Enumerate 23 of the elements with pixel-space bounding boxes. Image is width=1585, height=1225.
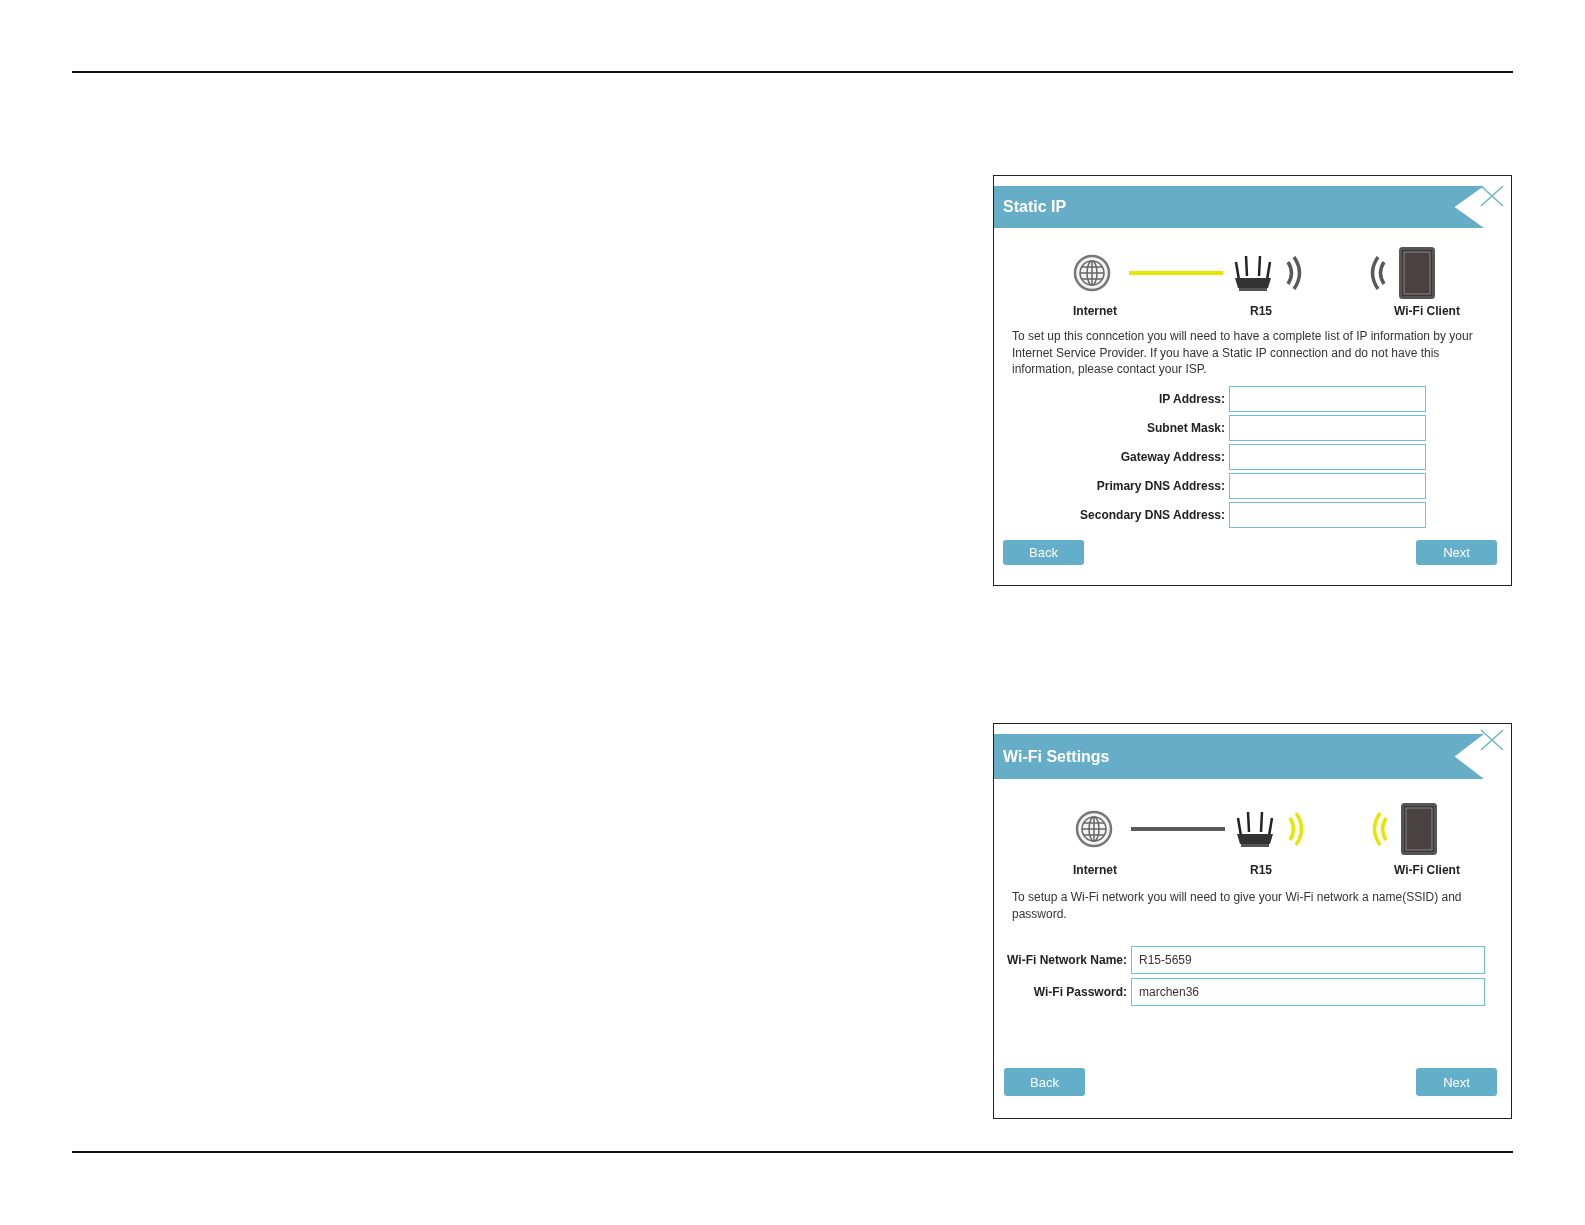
- field-label: Subnet Mask:: [1147, 420, 1225, 435]
- back-button[interactable]: Back: [1003, 540, 1084, 565]
- field-label: Secondary DNS Address:: [1080, 507, 1225, 522]
- back-button[interactable]: Back: [1004, 1068, 1085, 1096]
- dialog-title: Wi-Fi Settings: [1002, 747, 1110, 766]
- node-label: Wi-Fi Client: [1394, 304, 1460, 318]
- description-text: To setup a Wi-Fi network you will need to give your Wi-Fi network a name(SSID) and password.: [1012, 889, 1463, 922]
- dialog-title: Static IP: [1002, 198, 1067, 216]
- field-label: IP Address:: [1158, 391, 1225, 406]
- description-text: To set up this conncetion you will need to have a complete list of IP information by your Internet Service Provider. If you have a Static IP connection and do not have this information, please contact your ISP.: [1012, 328, 1474, 378]
- field-label: Gateway Address:: [1120, 449, 1225, 464]
- field-label: Primary DNS Address:: [1096, 478, 1225, 493]
- field-label: Wi-Fi Password:: [1033, 985, 1127, 999]
- node-label: Internet: [1073, 863, 1117, 877]
- input-field[interactable]: marchen36: [1131, 978, 1485, 1006]
- field-label: Wi-Fi Network Name:: [1007, 953, 1127, 967]
- node-label: R15: [1250, 863, 1272, 877]
- next-button[interactable]: Next: [1416, 1068, 1497, 1096]
- node-label: Internet: [1073, 304, 1117, 318]
- node-label: R15: [1250, 304, 1272, 318]
- input-field[interactable]: R15-5659: [1131, 946, 1485, 974]
- node-label: Wi-Fi Client: [1394, 863, 1460, 877]
- next-button[interactable]: Next: [1416, 540, 1497, 565]
